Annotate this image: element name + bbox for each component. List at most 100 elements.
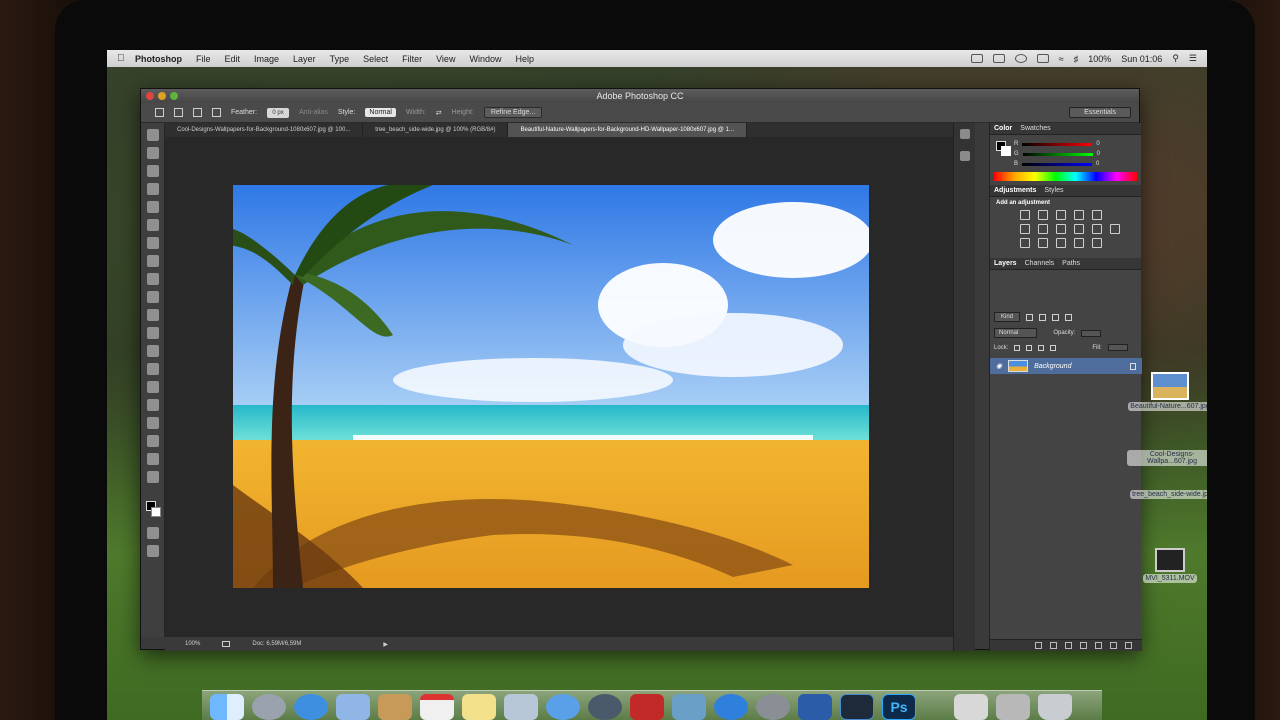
menubar-clock[interactable]: Sun 01:06 bbox=[1121, 54, 1162, 64]
menu-type[interactable]: Type bbox=[330, 54, 350, 64]
menu-file[interactable]: File bbox=[196, 54, 211, 64]
quick-select-tool-icon[interactable] bbox=[146, 183, 159, 195]
shape-tool-icon[interactable] bbox=[146, 435, 159, 447]
share-icon[interactable] bbox=[222, 641, 231, 647]
lock-position-icon[interactable] bbox=[1038, 344, 1045, 351]
brush-tool-icon[interactable] bbox=[146, 255, 159, 267]
eraser-tool-icon[interactable] bbox=[146, 309, 159, 321]
desktop-icon-beautiful-nature[interactable]: Beautiful-Nature...607.jpg bbox=[1125, 372, 1207, 411]
selective-color-icon[interactable] bbox=[1092, 238, 1102, 248]
new-group-icon[interactable] bbox=[1095, 642, 1102, 649]
black-white-icon[interactable] bbox=[1056, 224, 1066, 234]
tab-channels[interactable]: Channels bbox=[1025, 260, 1055, 267]
green-slider[interactable]: G0 bbox=[990, 149, 1141, 159]
lock-image-icon[interactable] bbox=[1026, 344, 1033, 351]
color-spectrum[interactable] bbox=[994, 172, 1137, 181]
notes-icon[interactable] bbox=[462, 694, 496, 720]
tab-swatches[interactable]: Swatches bbox=[1020, 125, 1050, 132]
display-icon[interactable] bbox=[992, 54, 1005, 63]
status-arrow-icon[interactable]: ▶ bbox=[383, 641, 388, 648]
marquee-tool-icon[interactable] bbox=[155, 108, 164, 117]
filter-adjust-icon[interactable] bbox=[1039, 313, 1047, 321]
preview-icon[interactable] bbox=[504, 694, 538, 720]
word-icon[interactable] bbox=[798, 694, 832, 720]
menu-image[interactable]: Image bbox=[254, 54, 279, 64]
brightness-icon[interactable] bbox=[1020, 210, 1030, 220]
filter-type-icon[interactable] bbox=[1052, 313, 1060, 321]
anti-alias-checkbox[interactable]: Anti-alias bbox=[299, 109, 328, 116]
new-adjustment-layer-icon[interactable] bbox=[1080, 642, 1087, 649]
photo-filter-icon[interactable] bbox=[1074, 224, 1084, 234]
mail-icon[interactable] bbox=[336, 694, 370, 720]
layer-mask-icon[interactable] bbox=[1065, 642, 1072, 649]
trash-icon[interactable] bbox=[1038, 694, 1072, 720]
quicktime-icon[interactable] bbox=[588, 694, 622, 720]
history-panel-icon[interactable] bbox=[959, 129, 970, 139]
tab-tree-beach[interactable]: tree_beach_side-wide.jpg @ 100% (RGB/8#) bbox=[363, 123, 509, 137]
zoom-level[interactable]: 100% bbox=[185, 641, 200, 647]
path-select-tool-icon[interactable] bbox=[146, 417, 159, 429]
screen-mirror-icon[interactable] bbox=[970, 54, 983, 63]
launchpad-icon[interactable] bbox=[252, 694, 286, 720]
battery-status[interactable]: 100% bbox=[1088, 54, 1111, 64]
calendar-icon[interactable] bbox=[420, 694, 454, 720]
background-color-swatch[interactable] bbox=[151, 507, 161, 517]
safari-icon[interactable] bbox=[294, 694, 328, 720]
threshold-icon[interactable] bbox=[1056, 238, 1066, 248]
bridge-icon[interactable] bbox=[840, 694, 874, 720]
filter-pixel-icon[interactable] bbox=[1026, 313, 1034, 321]
documents-folder-icon[interactable] bbox=[954, 694, 988, 720]
gradient-tool-icon[interactable] bbox=[146, 327, 159, 339]
tab-beautiful-nature[interactable]: Beautiful-Nature-Wallpapers-for-Backgrou… bbox=[508, 123, 747, 137]
intersect-selection-icon[interactable] bbox=[212, 108, 221, 117]
channel-mixer-icon[interactable] bbox=[1092, 224, 1102, 234]
clone-stamp-tool-icon[interactable] bbox=[146, 273, 159, 285]
crop-tool-icon[interactable] bbox=[146, 201, 159, 213]
blur-tool-icon[interactable] bbox=[146, 345, 159, 357]
tab-color[interactable]: Color bbox=[994, 125, 1012, 132]
add-selection-icon[interactable] bbox=[193, 108, 202, 117]
hand-tool-icon[interactable] bbox=[146, 453, 159, 465]
downloads-folder-icon[interactable] bbox=[996, 694, 1030, 720]
doc-size[interactable]: Doc: 6,59M/6,59M bbox=[252, 641, 301, 647]
delete-layer-icon[interactable] bbox=[1125, 642, 1132, 649]
menu-app-name[interactable]: Photoshop bbox=[135, 54, 182, 64]
zoom-tool-icon[interactable] bbox=[146, 471, 159, 483]
minimize-button[interactable] bbox=[158, 92, 166, 100]
red-slider[interactable]: R0 bbox=[990, 139, 1141, 149]
menu-filter[interactable]: Filter bbox=[402, 54, 422, 64]
quick-mask-icon[interactable] bbox=[147, 527, 159, 539]
itunes-icon[interactable] bbox=[546, 694, 580, 720]
desktop-icon-cool-designs[interactable]: Cool-Designs-Wallpa...607.jpg bbox=[1127, 450, 1207, 466]
fill-input[interactable] bbox=[1107, 344, 1128, 351]
zoom-button[interactable] bbox=[170, 92, 178, 100]
new-layer-icon[interactable] bbox=[1110, 642, 1117, 649]
photoshop-dock-icon[interactable]: Ps bbox=[882, 694, 916, 720]
curves-icon[interactable] bbox=[1056, 210, 1066, 220]
dodge-tool-icon[interactable] bbox=[146, 363, 159, 375]
lock-transparent-icon[interactable] bbox=[1014, 344, 1021, 351]
hue-saturation-icon[interactable] bbox=[1020, 224, 1030, 234]
menu-help[interactable]: Help bbox=[515, 54, 534, 64]
vibrance-icon[interactable] bbox=[1092, 210, 1102, 220]
eyedropper-tool-icon[interactable] bbox=[146, 219, 159, 231]
blend-mode-select[interactable]: Normal bbox=[994, 328, 1038, 338]
color-lookup-icon[interactable] bbox=[1110, 224, 1120, 234]
blue-slider[interactable]: B0 bbox=[990, 159, 1141, 169]
link-layers-icon[interactable] bbox=[1035, 642, 1042, 649]
system-preferences-icon[interactable] bbox=[756, 694, 790, 720]
bg-color-chip[interactable] bbox=[1001, 146, 1011, 156]
layer-row-background[interactable]: ◉ Background bbox=[990, 358, 1142, 374]
tab-styles[interactable]: Styles bbox=[1044, 187, 1063, 194]
swap-icon[interactable]: ⇄ bbox=[436, 109, 442, 117]
healing-brush-tool-icon[interactable] bbox=[146, 237, 159, 249]
style-select[interactable]: Normal bbox=[365, 108, 396, 117]
kind-filter-select[interactable]: Kind bbox=[994, 312, 1021, 322]
opacity-input[interactable] bbox=[1081, 329, 1102, 337]
bluetooth-icon[interactable] bbox=[1036, 54, 1049, 63]
filter-shape-icon[interactable] bbox=[1065, 313, 1073, 321]
color-balance-icon[interactable] bbox=[1038, 224, 1048, 234]
feather-input[interactable]: 0 px bbox=[267, 107, 290, 118]
wifi-icon[interactable]: ≈ bbox=[1059, 54, 1064, 64]
close-button[interactable] bbox=[146, 92, 154, 100]
